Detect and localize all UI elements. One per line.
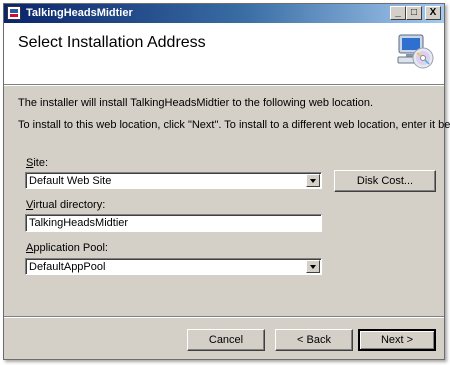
computer-cd-icon [397,34,434,69]
next-button[interactable]: Next > [358,329,436,351]
installer-window: TalkingHeadsMidtier _ □ X Select Install… [3,3,450,360]
app-pool-value: DefaultAppPool [29,261,106,273]
app-pool-dropdown[interactable]: DefaultAppPool [25,258,322,275]
site-label: Site: [26,157,49,169]
chevron-down-icon[interactable] [306,174,320,187]
virtual-directory-field[interactable] [25,214,322,232]
dialog-header: Select Installation Address [4,23,444,86]
window-title: TalkingHeadsMidtier [26,7,133,19]
virtual-directory-label: Virtual directory: [26,199,106,211]
disk-cost-button[interactable]: Disk Cost... [334,170,436,192]
site-value: Default Web Site [29,175,112,187]
site-dropdown[interactable]: Default Web Site [25,172,322,189]
minimize-button[interactable]: _ [390,6,406,20]
close-button[interactable]: X [425,6,441,20]
dialog-content: The installer will install TalkingHeadsM… [4,86,450,316]
maximize-button[interactable]: □ [406,6,422,20]
chevron-down-icon[interactable] [306,260,320,273]
app-icon [7,6,21,20]
intro-text-2: To install to this web location, click "… [18,119,450,131]
back-button[interactable]: < Back [275,329,353,351]
page-title: Select Installation Address [18,34,206,51]
cancel-button[interactable]: Cancel [187,329,265,351]
app-pool-label: Application Pool: [26,242,108,254]
footer-divider [4,316,444,318]
intro-text-1: The installer will install TalkingHeadsM… [18,97,374,109]
title-bar[interactable]: TalkingHeadsMidtier _ □ X [4,4,444,23]
virtual-directory-input[interactable] [26,216,319,230]
